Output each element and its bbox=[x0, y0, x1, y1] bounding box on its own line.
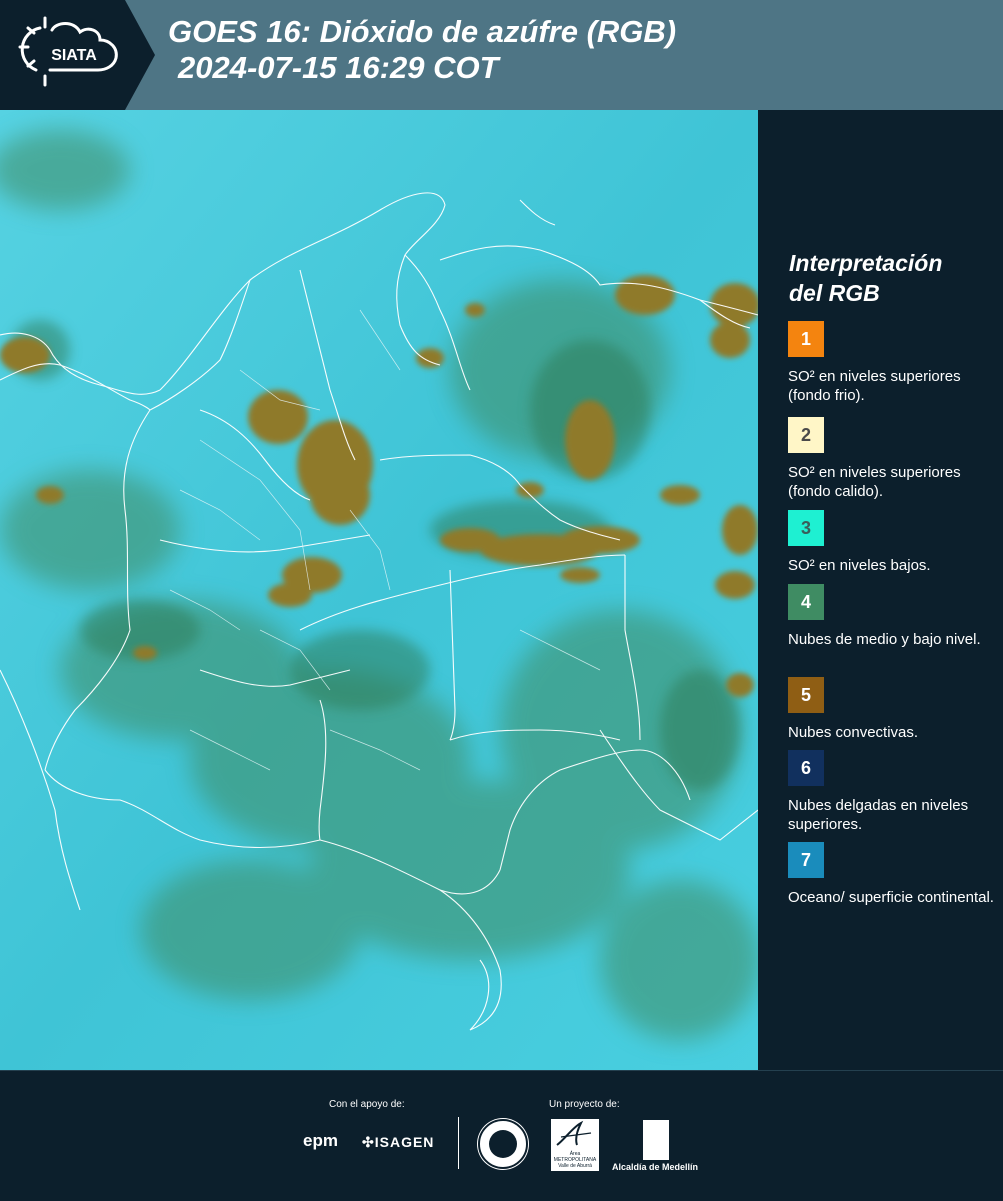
isagen-icon: ✣ bbox=[362, 1134, 375, 1150]
page-title: GOES 16: Dióxido de azúfre (RGB) 2024-07… bbox=[168, 14, 676, 86]
legend-panel: Interpretación del RGB 1 SO² en niveles … bbox=[760, 110, 1003, 1067]
alcaldia-label: Alcaldía de Medellín bbox=[612, 1162, 699, 1172]
legend-title-line1: Interpretación bbox=[789, 250, 943, 276]
legend-number-4: 4 bbox=[800, 591, 811, 612]
epm-logo: epm bbox=[303, 1131, 338, 1150]
project-label: Un proyecto de: bbox=[549, 1099, 620, 1110]
legend-swatch-1: 1 bbox=[788, 321, 824, 357]
satellite-map bbox=[0, 110, 758, 1070]
legend-swatch-3: 3 bbox=[788, 510, 824, 546]
legend-number-1: 1 bbox=[800, 328, 811, 349]
legend-text-7: Oceano/ superficie continental. bbox=[788, 889, 994, 906]
legend-item-6: 6 Nubes delgadas en niveles superiores. bbox=[788, 750, 998, 834]
header-bar: SIATA GOES 16: Dióxido de azúfre (RGB) 2… bbox=[0, 0, 1003, 110]
footer-divider bbox=[458, 1117, 459, 1169]
legend-number-3: 3 bbox=[800, 517, 811, 538]
legend-item-1: 1 SO² en niveles superiores (fondo frio)… bbox=[788, 321, 998, 405]
legend-text-2: SO² en niveles superiores (fondo calido)… bbox=[788, 464, 961, 500]
legend-swatch-2: 2 bbox=[788, 417, 824, 453]
legend-text-4: Nubes de medio y bajo nivel. bbox=[788, 631, 981, 648]
legend-text-1: SO² en niveles superiores (fondo frio). bbox=[788, 368, 961, 404]
footer-bar: Con el apoyo de: Un proyecto de: epm ✣IS… bbox=[0, 1070, 1003, 1201]
legend-swatch-4: 4 bbox=[788, 584, 824, 620]
isagen-logo: ✣ISAGEN bbox=[362, 1134, 434, 1151]
legend-swatch-7: 7 bbox=[788, 842, 824, 878]
area-logo-text: Área METROPOLITANA Valle de Aburrá bbox=[553, 1151, 597, 1169]
title-timestamp: 2024-07-15 16:29 COT bbox=[178, 50, 499, 85]
legend-item-4: 4 Nubes de medio y bajo nivel. bbox=[788, 584, 998, 649]
support-label: Con el apoyo de: bbox=[329, 1099, 405, 1110]
siata-logo-icon: SIATA bbox=[0, 0, 155, 110]
legend-item-2: 2 SO² en niveles superiores (fondo calid… bbox=[788, 417, 998, 501]
title-product: GOES 16: Dióxido de azúfre (RGB) bbox=[168, 14, 677, 49]
legend-item-5: 5 Nubes convectivas. bbox=[788, 677, 998, 742]
legend-text-6: Nubes delgadas en niveles superiores. bbox=[788, 797, 969, 833]
svg-text:SIATA: SIATA bbox=[51, 47, 97, 64]
medellin-seal-icon bbox=[478, 1119, 528, 1169]
legend-item-3: 3 SO² en niveles bajos. bbox=[788, 510, 998, 575]
isagen-text: ISAGEN bbox=[374, 1134, 435, 1150]
siata-logo: SIATA bbox=[0, 0, 155, 110]
legend-number-5: 5 bbox=[800, 684, 811, 705]
satellite-image bbox=[0, 110, 758, 1070]
legend-text-5: Nubes convectivas. bbox=[788, 724, 919, 741]
legend-title: Interpretación del RGB bbox=[789, 248, 942, 308]
legend-number-7: 7 bbox=[800, 849, 811, 870]
area-metropolitana-logo: Área METROPOLITANA Valle de Aburrá bbox=[551, 1119, 599, 1171]
legend-swatch-5: 5 bbox=[788, 677, 824, 713]
alcaldia-crest-icon bbox=[643, 1120, 669, 1160]
legend-item-7: 7 Oceano/ superficie continental. bbox=[788, 842, 998, 907]
legend-text-3: SO² en niveles bajos. bbox=[788, 557, 931, 574]
legend-number-6: 6 bbox=[800, 757, 811, 778]
area-mark-icon bbox=[556, 1120, 592, 1146]
legend-swatch-6: 6 bbox=[788, 750, 824, 786]
legend-title-line2: del RGB bbox=[789, 280, 880, 306]
legend-number-2: 2 bbox=[800, 424, 811, 445]
